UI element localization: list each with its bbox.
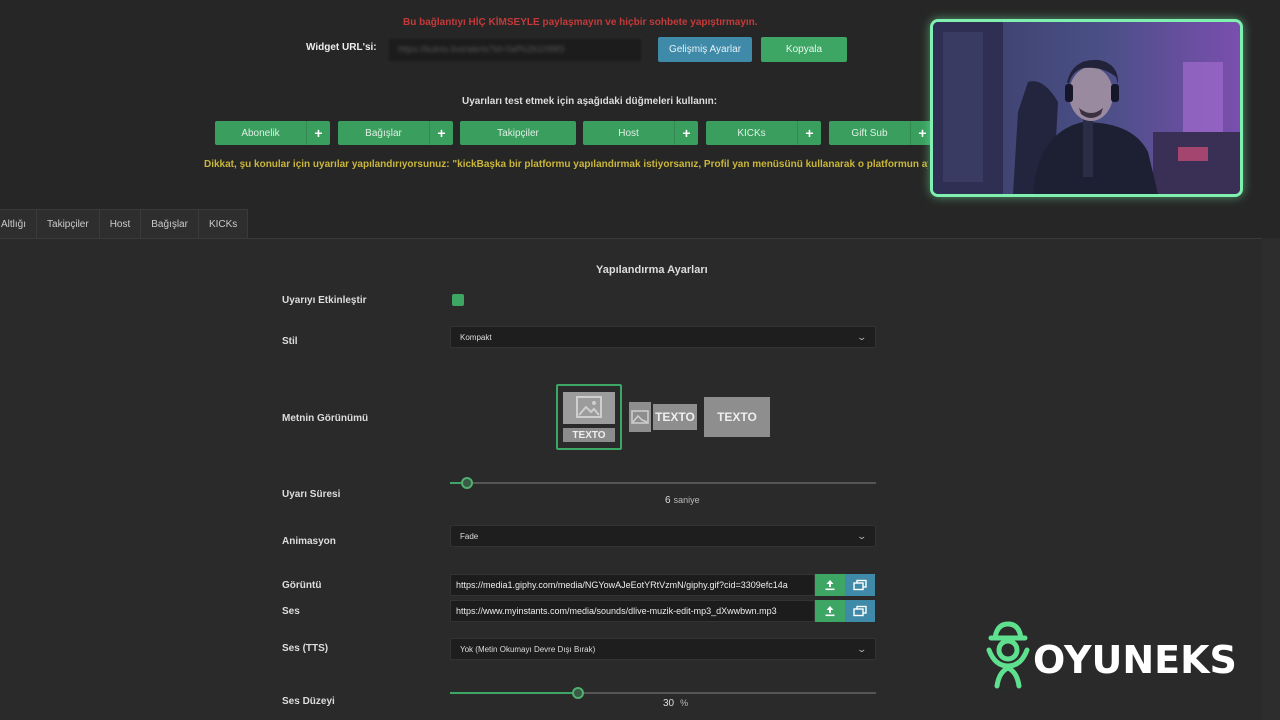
test-donations-button[interactable]: Bağışlar + (338, 121, 453, 145)
chevron-down-icon: ⌄ (856, 530, 868, 541)
upload-icon (825, 606, 835, 617)
tts-select-value: Yok (Metin Okumayı Devre Dışı Bırak) (460, 644, 596, 654)
scrollbar[interactable] (1262, 239, 1280, 720)
alert-duration-label: Uyarı Süresi (282, 489, 341, 500)
animation-select[interactable]: Fade ⌄ (450, 525, 876, 547)
test-button-label: KICKs (737, 127, 766, 139)
animation-select-value: Fade (460, 531, 479, 541)
test-button-label: Abonelik (241, 127, 280, 139)
sound-label: Ses (282, 606, 300, 617)
test-button-label: Host (618, 127, 639, 139)
duration-readout: 6 saniye (665, 495, 700, 506)
volume-unit: % (680, 698, 689, 708)
upload-icon (825, 580, 835, 591)
test-kicks-button[interactable]: KICKs + (706, 121, 821, 145)
layout-option-text: TEXTO (563, 428, 615, 442)
animation-label: Animasyon (282, 536, 336, 547)
text-appearance-label: Metnin Görünümü (282, 413, 369, 424)
gallery-icon (853, 579, 867, 591)
volume-readout: 30% (663, 698, 688, 709)
duration-value: 6 (665, 495, 671, 506)
logo-text: OYUNEKS (1033, 638, 1237, 682)
webcam-overlay (930, 19, 1243, 197)
layout-option-text: TEXTO (717, 410, 757, 424)
tts-label: Ses (TTS) (282, 643, 329, 654)
config-title: Yapılandırma Ayarları (596, 264, 708, 276)
test-followers-button[interactable]: Takipçiler (460, 121, 576, 145)
advanced-settings-button[interactable]: Gelişmiş Ayarlar (658, 37, 752, 62)
volume-value: 30 (663, 698, 675, 709)
sound-library-button[interactable] (845, 600, 875, 622)
widget-url-field[interactable]: https://kutnix.live/alerts?id=0af%2b1098… (387, 37, 643, 63)
test-button-label: Takipçiler (497, 127, 539, 139)
layout-option-text: TEXTO (653, 404, 697, 430)
plus-icon: + (797, 121, 821, 145)
alert-type-tabs: Altlığı Takipçiler Host Bağışlar KICKs (0, 209, 249, 238)
test-host-button[interactable]: Host + (583, 121, 698, 145)
volume-slider-thumb[interactable] (572, 687, 584, 699)
image-placeholder-icon (629, 402, 651, 432)
style-label: Stil (282, 336, 298, 347)
style-select-value: Kompakt (460, 332, 492, 342)
widget-url-label: Widget URL'si: (306, 42, 377, 53)
plus-icon: + (674, 121, 698, 145)
upload-image-button[interactable] (815, 574, 845, 596)
tab-host[interactable]: Host (98, 209, 142, 238)
tab-followers[interactable]: Takipçiler (36, 209, 100, 238)
volume-slider[interactable] (450, 687, 876, 699)
image-placeholder-icon (563, 392, 615, 424)
style-select[interactable]: Kompakt ⌄ (450, 326, 876, 348)
tts-select[interactable]: Yok (Metin Okumayı Devre Dışı Bırak) ⌄ (450, 638, 876, 660)
image-library-button[interactable] (845, 574, 875, 596)
layout-option-overlay[interactable]: TEXTO (704, 397, 770, 437)
enable-alert-label: Uyarıyı Etkinleştir (282, 295, 367, 306)
test-button-label: Bağışlar (365, 127, 402, 139)
chevron-down-icon: ⌄ (856, 643, 868, 654)
plus-icon: + (306, 121, 330, 145)
sound-url-input[interactable]: https://www.myinstants.com/media/sounds/… (450, 600, 815, 622)
duration-slider[interactable] (450, 477, 876, 489)
test-subscription-button[interactable]: Abonelik + (215, 121, 330, 145)
brand-logo: OYUNEKS (985, 620, 1237, 690)
warning-text: Bu bağlantıyı HİÇ KİMSEYLE paylaşmayın v… (403, 17, 758, 28)
copy-button[interactable]: Kopyala (761, 37, 847, 62)
duration-unit: saniye (673, 495, 700, 505)
image-label: Görüntü (282, 580, 322, 591)
test-button-label: Gift Sub (851, 127, 888, 139)
test-instruction: Uyarıları test etmek için aşağıdaki düğm… (462, 96, 718, 107)
tab-divider (0, 238, 1262, 239)
plus-icon: + (429, 121, 453, 145)
image-url-input[interactable]: https://media1.giphy.com/media/NGYowAJeE… (450, 574, 815, 596)
layout-option-stacked[interactable]: TEXTO (556, 384, 622, 450)
enable-alert-checkbox[interactable] (452, 294, 464, 306)
gallery-icon (853, 605, 867, 617)
layout-option-side[interactable]: TEXTO (629, 402, 697, 432)
duration-slider-thumb[interactable] (461, 477, 473, 489)
platform-notice: Dikkat, şu konular için uyarılar yapılan… (204, 159, 928, 170)
tab-donations[interactable]: Bağışlar (140, 209, 199, 238)
test-gift-sub-button[interactable]: Gift Sub + (829, 121, 934, 145)
volume-label: Ses Düzeyi (282, 696, 335, 707)
tab-kicks[interactable]: KICKs (197, 209, 249, 238)
tab-subscription[interactable]: Altlığı (0, 209, 38, 238)
chevron-down-icon: ⌄ (856, 331, 868, 342)
logo-figure-icon (986, 621, 1030, 689)
volume-slider-fill (450, 692, 578, 694)
upload-sound-button[interactable] (815, 600, 845, 622)
